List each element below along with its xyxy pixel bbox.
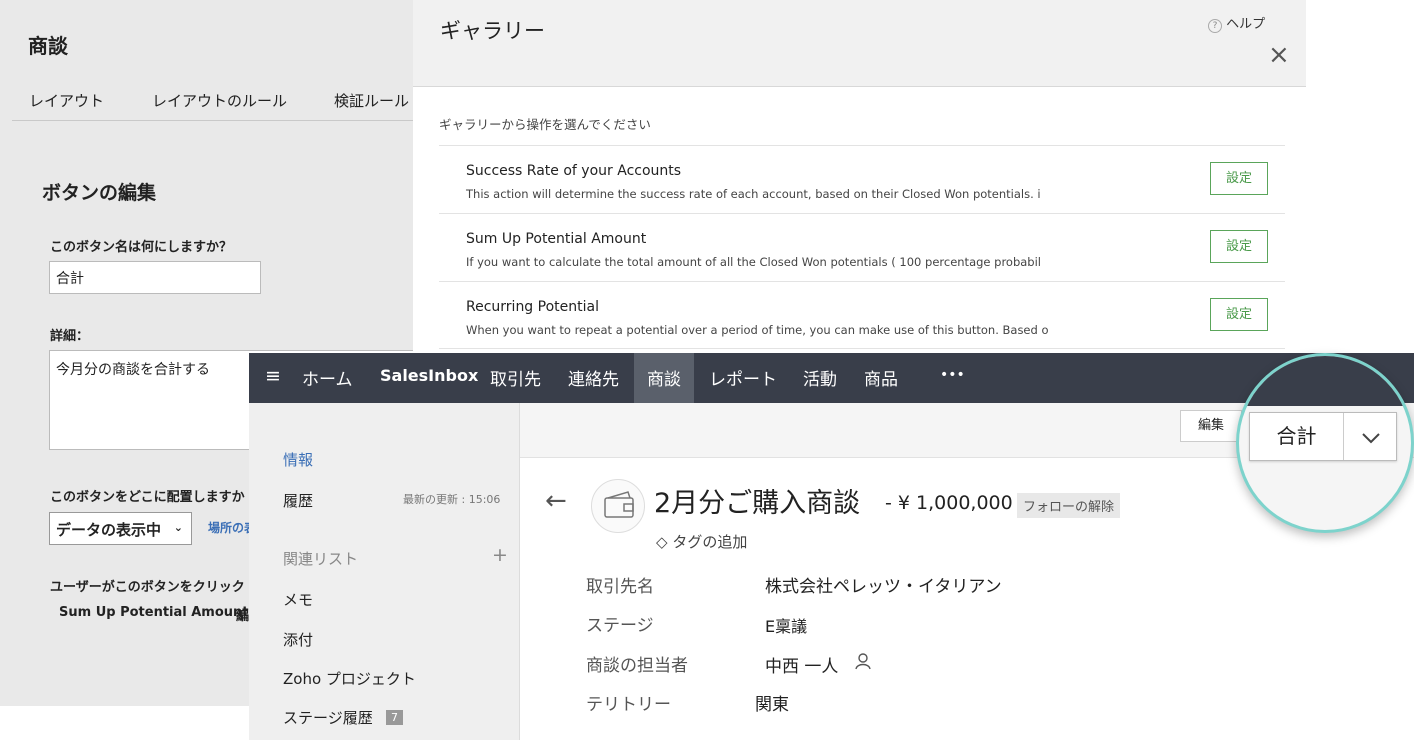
nav-deals[interactable]: 商談: [634, 353, 694, 403]
configure-button[interactable]: 設定: [1210, 298, 1268, 331]
gallery-item-desc: This action will determine the success r…: [466, 187, 1041, 201]
user-icon[interactable]: [855, 652, 873, 674]
gallery-item-desc: If you want to calculate the total amoun…: [466, 255, 1041, 269]
tab-layout-rules[interactable]: レイアウトのルール: [152, 90, 287, 111]
tag-icon: ◇: [656, 533, 668, 551]
gallery-item-title: Sum Up Potential Amount: [466, 231, 647, 247]
nav-activities[interactable]: 活動: [803, 365, 837, 390]
gallery-item-title: Success Rate of your Accounts: [466, 163, 682, 179]
tab-validation-rules[interactable]: 検証ルール: [334, 90, 409, 111]
gallery-title: ギャラリー: [440, 19, 545, 43]
record-sidebar: 情報 履歴 最新の更新 : 15:06 関連リスト + メモ 添付 Zoho プ…: [249, 403, 520, 740]
configure-button[interactable]: 設定: [1210, 230, 1268, 263]
chevron-down-icon: ⌄: [173, 521, 183, 534]
tab-layout[interactable]: レイアウト: [29, 90, 104, 111]
nav-contacts[interactable]: 連絡先: [568, 365, 619, 390]
back-arrow-icon[interactable]: ←: [545, 486, 567, 516]
gallery-item-title: Recurring Potential: [466, 299, 599, 315]
wallet-icon: [591, 479, 645, 533]
name-question-label: このボタン名は何にしますか？: [50, 240, 233, 255]
sum-button[interactable]: 合計: [1250, 413, 1344, 460]
gallery-item: Success Rate of your Accounts This actio…: [439, 146, 1285, 214]
hamburger-icon[interactable]: ≡: [265, 365, 281, 387]
field-label-owner: 商談の担当者: [586, 656, 688, 676]
field-value-owner: 中西 一人: [765, 657, 839, 677]
gallery-header: ギャラリー ? ヘルプ ×: [413, 0, 1306, 87]
sidebar-item-stage-history[interactable]: ステージ履歴: [283, 707, 373, 728]
more-icon[interactable]: •••: [940, 367, 965, 383]
gallery-dialog: ギャラリー ? ヘルプ × ギャラリーから操作を選んでください Success …: [413, 0, 1306, 355]
add-related-icon[interactable]: +: [492, 544, 508, 566]
add-tag-label: タグの追加: [672, 533, 748, 551]
field-label-territory: テリトリー: [586, 695, 671, 715]
magnified-nav-strip: [1239, 356, 1411, 406]
field-label-account: 取引先名: [586, 577, 654, 597]
magnified-button-callout: 合計: [1236, 353, 1414, 533]
sidebar-info[interactable]: 情報: [283, 449, 313, 470]
edit-button-title: ボタンの編集: [42, 182, 157, 204]
field-value-stage: E稟議: [765, 617, 808, 636]
sum-split-button: 合計: [1249, 412, 1397, 461]
nav-reports[interactable]: レポート: [709, 365, 777, 390]
button-name-input[interactable]: 合計: [49, 261, 261, 294]
sidebar-item-zoho-projects[interactable]: Zoho プロジェクト: [283, 668, 416, 689]
close-icon[interactable]: ×: [1268, 42, 1290, 68]
nav-salesinbox[interactable]: SalesInbox: [380, 366, 478, 385]
gallery-instruction: ギャラリーから操作を選んでください: [439, 117, 651, 132]
nav-home[interactable]: ホーム: [302, 365, 353, 390]
layout-tabs: レイアウト レイアウトのルール 検証ルール: [12, 90, 420, 121]
click-question-label: ユーザーがこのボタンをクリック: [50, 580, 245, 595]
stage-count-badge: 7: [386, 710, 403, 725]
help-link[interactable]: ? ヘルプ: [1208, 13, 1265, 33]
configure-button[interactable]: 設定: [1210, 162, 1268, 195]
module-title: 商談: [28, 34, 68, 58]
crm-record-view: ≡ ホーム SalesInbox 取引先 連絡先 商談 レポート 活動 商品 •…: [249, 353, 1414, 740]
action-name: Sum Up Potential Amount: [59, 605, 249, 620]
unfollow-button[interactable]: フォローの解除: [1017, 493, 1121, 518]
nav-accounts[interactable]: 取引先: [490, 365, 541, 390]
sidebar-history[interactable]: 履歴: [283, 490, 313, 511]
field-value-territory: 関東: [755, 695, 789, 715]
gallery-item: Sum Up Potential Amount If you want to c…: [439, 214, 1285, 282]
gallery-item: Recurring Potential When you want to rep…: [439, 282, 1285, 349]
nav-products[interactable]: 商品: [864, 365, 898, 390]
placement-select[interactable]: データの表示中 ⌄: [49, 512, 192, 545]
field-label-stage: ステージ: [586, 616, 654, 636]
help-icon: ?: [1208, 19, 1222, 33]
action-edit-link[interactable]: 編: [236, 605, 249, 624]
chevron-down-icon[interactable]: [1345, 413, 1397, 460]
related-list-heading: 関連リスト: [283, 550, 359, 568]
last-update-text: 最新の更新 : 15:06: [403, 493, 501, 506]
record-title: 2月分ご購入商談: [654, 488, 861, 519]
record-amount: - ¥ 1,000,000: [885, 492, 1013, 514]
place-question-label: このボタンをどこに配置しますか: [50, 490, 245, 505]
sidebar-item-notes[interactable]: メモ: [283, 589, 313, 610]
add-tag-link[interactable]: ◇ タグの追加: [656, 531, 747, 552]
sidebar-item-attachments[interactable]: 添付: [283, 629, 313, 650]
gallery-item-desc: When you want to repeat a potential over…: [466, 323, 1049, 337]
field-value-account[interactable]: 株式会社ペレッツ・イタリアン: [765, 572, 1002, 597]
edit-button[interactable]: 編集: [1180, 410, 1242, 442]
detail-label: 詳細：: [50, 329, 90, 344]
placement-value: データの表示中: [56, 521, 162, 539]
help-label: ヘルプ: [1226, 17, 1266, 32]
